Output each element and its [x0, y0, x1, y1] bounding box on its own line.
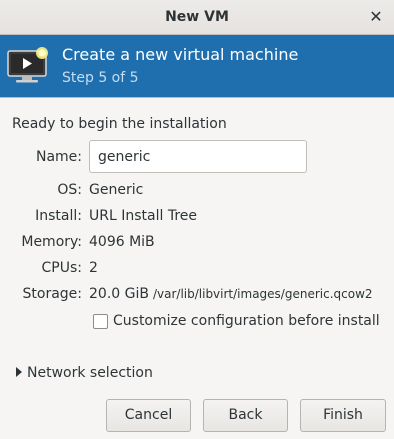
expander-arrow-icon — [16, 367, 22, 377]
install-label: Install: — [35, 208, 82, 224]
back-button[interactable]: Back — [203, 399, 288, 432]
storage-value: 20.0 GiB/var/lib/libvirt/images/generic.… — [89, 286, 373, 302]
storage-size: 20.0 GiB — [89, 286, 149, 302]
cpus-value: 2 — [89, 260, 98, 276]
storage-label: Storage: — [22, 286, 83, 302]
name-label: Name: — [35, 149, 82, 165]
customize-label[interactable]: Customize configuration before install — [113, 313, 380, 329]
summary-heading: Ready to begin the installation — [12, 116, 227, 132]
cancel-button[interactable]: Cancel — [106, 399, 191, 432]
os-value: Generic — [89, 182, 144, 198]
title-bar: New VM ✕ — [0, 0, 394, 35]
header-title: Create a new virtual machine — [62, 45, 299, 64]
network-selection-label: Network selection — [27, 365, 153, 381]
header-banner: Create a new virtual machine Step 5 of 5 — [0, 35, 394, 97]
storage-path: /var/lib/libvirt/images/generic.qcow2 — [152, 287, 373, 301]
install-value: URL Install Tree — [89, 208, 197, 224]
cpus-label: CPUs: — [41, 260, 82, 276]
memory-value: 4096 MiB — [89, 234, 155, 250]
os-label: OS: — [57, 182, 82, 198]
finish-button[interactable]: Finish — [300, 399, 386, 432]
window-title: New VM — [165, 9, 229, 25]
step-indicator: Step 5 of 5 — [62, 70, 139, 86]
network-selection-expander[interactable]: Network selection — [16, 365, 153, 381]
vm-monitor-icon — [7, 47, 48, 83]
customize-checkbox[interactable] — [93, 314, 108, 329]
close-icon[interactable]: ✕ — [366, 7, 386, 27]
memory-label: Memory: — [21, 234, 82, 250]
header-divider — [0, 97, 394, 98]
name-input[interactable] — [89, 140, 307, 173]
